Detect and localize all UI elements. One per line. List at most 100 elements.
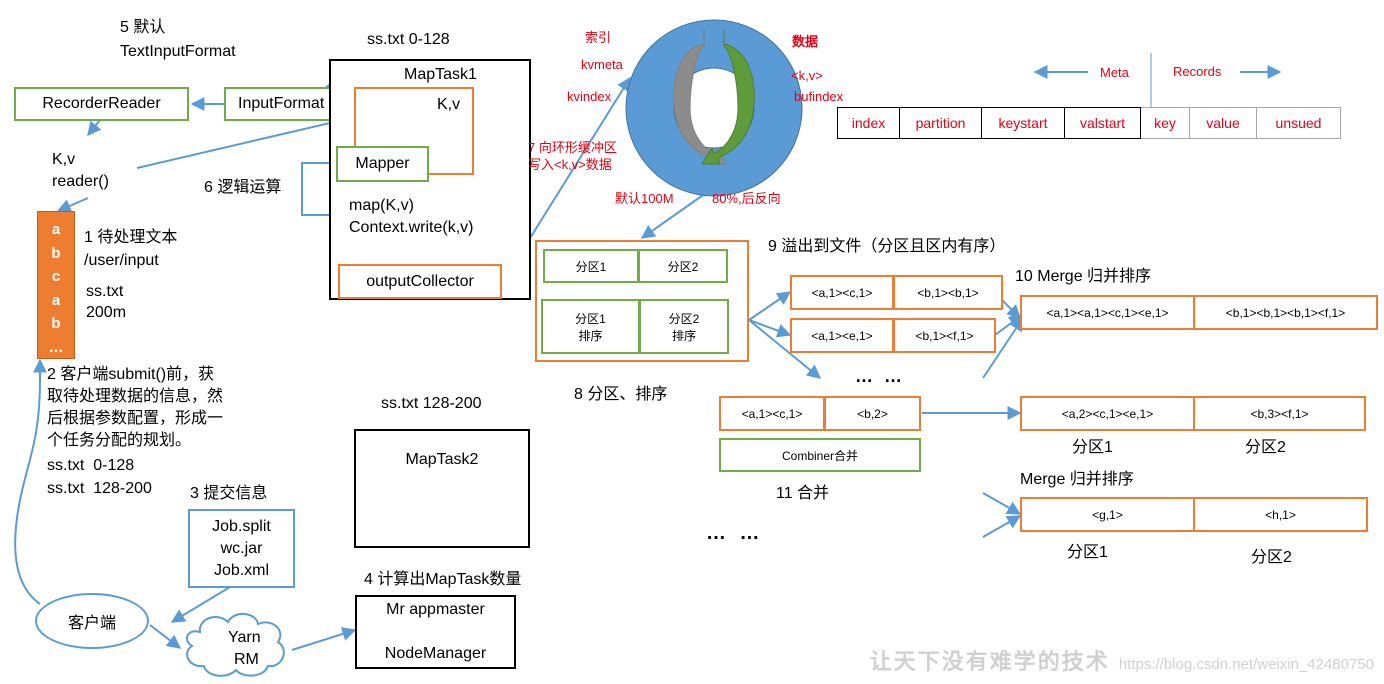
combined-partition2: <b,3><f,1> [1193, 396, 1366, 431]
arrow-merge2-in-bottom [982, 515, 1022, 538]
bufindex-label: bufindex [794, 89, 844, 104]
spill2-partition2-label: <b,1><f,1> [915, 328, 974, 343]
watermark-url: https://blog.csdn.net/weixin_42480750 [1118, 656, 1374, 673]
yarn-label: Yarn [228, 629, 261, 646]
meta-records-table: index partition keystart valstart key va… [837, 107, 1341, 139]
combined-p2-label: 分区2 [1245, 439, 1286, 456]
maptask2-split-label: ss.txt 128-200 [381, 395, 482, 412]
combined-partition1: <a,2><c,1><e,1> [1020, 396, 1195, 431]
map-call: map(K,v) [349, 197, 414, 214]
appmaster-label: Mr appmaster [386, 601, 485, 618]
merge10-partition1-label: <a,1><a,1><c,1><e,1> [1046, 305, 1169, 320]
input-file-size: 200m [86, 304, 127, 321]
recorder-reader-label: RecorderReader [42, 95, 161, 112]
input-file-letter: a [51, 221, 61, 238]
recorder-reader-box: RecorderReader [14, 87, 189, 121]
kvmeta-label: kvmeta [581, 57, 623, 72]
partition-1: 分区1 [543, 249, 639, 283]
arrow-client-to-yarn [149, 624, 182, 649]
partition-1-sort: 分区1 排序 [541, 299, 640, 354]
meta-cell-partition: partition [900, 107, 982, 139]
spill-ellipsis: … … [855, 366, 906, 386]
step8-label: 8 分区、排序 [574, 386, 668, 403]
step1-label: 1 待处理文本 [84, 229, 178, 246]
data-label: 数据 [792, 34, 819, 49]
partition-2-label: 分区2 [667, 259, 699, 274]
default-size-label: 默认100M [615, 191, 674, 206]
job-files-box: Job.split wc.jar Job.xml [188, 509, 295, 588]
combined-partition1-label: <a,2><c,1><e,1> [1061, 406, 1154, 421]
combiner-partition2: <b,2> [824, 396, 921, 431]
input-path: /user/input [84, 252, 159, 269]
appmaster-box: Mr appmaster NodeManager [355, 595, 516, 669]
context-write: Context.write(k,v) [349, 219, 474, 236]
merge2-p1-label: 分区1 [1067, 544, 1108, 561]
record-cell-unsued: unsued [1257, 107, 1341, 139]
merge2-label: Merge 归并排序 [1020, 471, 1134, 488]
merge2-partition1-label: <g,1> [1092, 507, 1123, 522]
merge2-p2-label: 分区2 [1251, 549, 1292, 566]
rm-label: RM [234, 651, 259, 668]
input-file-letter: a [51, 291, 61, 309]
split-2: ss.txt 128-200 [47, 480, 152, 497]
meta-label: Meta [1100, 65, 1129, 80]
step2-line-1: 2 客户端submit()前，获 [47, 366, 215, 383]
input-file-block: a b c a b… [37, 211, 75, 359]
reader-call-label: reader() [52, 173, 109, 190]
meta-cell-index: index [837, 107, 900, 139]
threshold-label: 80%,后反向 [712, 191, 781, 206]
input-file-name: ss.txt [86, 283, 124, 300]
combiner-label: Combiner合并 [781, 448, 859, 463]
step11-label: 11 合并 [776, 485, 830, 502]
step5-label: 5 默认 [120, 19, 166, 36]
spill1-partition2-label: <b,1><b,1> [917, 285, 979, 300]
step7-line-2: 写入<k,v>数据 [528, 157, 612, 172]
spill1-partition2: <b,1><b,1> [893, 275, 1003, 310]
merge10-partition1: <a,1><a,1><c,1><e,1> [1020, 295, 1195, 330]
step5-sublabel: TextInputFormat [120, 43, 236, 60]
input-file-letter: c [51, 268, 61, 285]
step2-line-2: 取待处理数据的信息，然 [47, 388, 224, 405]
kv-label: K,v [52, 151, 76, 168]
client-label: 客户端 [67, 615, 116, 632]
spill1-partition1-label: <a,1><c,1> [811, 285, 873, 300]
maptask1-split-label: ss.txt 0-128 [367, 31, 450, 48]
maptask2-box: MapTask2 [354, 429, 530, 548]
step2-line-4: 个任务分配的规划。 [47, 432, 192, 449]
kv-data-label: <k,v> [791, 68, 823, 83]
maptask1-kv: K,v [437, 96, 461, 113]
partition-2: 分区2 [638, 249, 728, 283]
merge2-partition2-label: <h,1> [1265, 507, 1296, 522]
client-node: 客户端 [35, 593, 149, 649]
arrow-client-to-file [14, 358, 47, 605]
partition-1-label: 分区1 [575, 259, 607, 274]
merge2-partition2: <h,1> [1193, 497, 1368, 532]
step4-label: 4 计算出MapTask数量 [364, 571, 522, 588]
combiner-partition1-label: <a,1><c,1> [741, 406, 803, 421]
arrow-partition-to-spill1 [748, 291, 792, 321]
index-label: 索引 [585, 30, 612, 45]
record-cell-key: key [1141, 107, 1190, 139]
input-file-letter: b [51, 315, 61, 332]
partition-1-sort-label: 分区1 [575, 311, 606, 326]
step3-label: 3 提交信息 [190, 485, 268, 502]
input-format-label: InputFormat [238, 95, 325, 112]
merge2-partition1: <g,1> [1020, 497, 1195, 532]
spill2-partition1: <a,1><e,1> [790, 318, 894, 353]
arrow-yarn-to-appmaster [291, 627, 357, 651]
input-file-letter: b [51, 244, 61, 262]
bottom-ellipsis: … … [706, 522, 764, 544]
step6-label: 6 逻辑运算 [204, 179, 282, 196]
combiner-partition2-label: <b,2> [857, 406, 888, 421]
merge10-partition2-label: <b,1><b,1><b,1><f,1> [1225, 305, 1346, 320]
merge10-partition2: <b,1><b,1><b,1><f,1> [1193, 295, 1378, 330]
meta-cell-valstart: valstart [1065, 107, 1141, 139]
watermark-text: 让天下没有难学的技术 [869, 649, 1110, 675]
spill2-partition1-label: <a,1><e,1> [811, 328, 873, 343]
kvindex-label: kvindex [567, 89, 612, 104]
merge10-label: 10 Merge 归并排序 [1015, 268, 1152, 285]
spill1-partition1: <a,1><c,1> [790, 275, 894, 310]
step2-line-3: 后根据参数配置，形成一 [47, 410, 224, 427]
combined-p1-label: 分区1 [1072, 439, 1113, 456]
arrow-reader-to-kv [87, 119, 102, 137]
